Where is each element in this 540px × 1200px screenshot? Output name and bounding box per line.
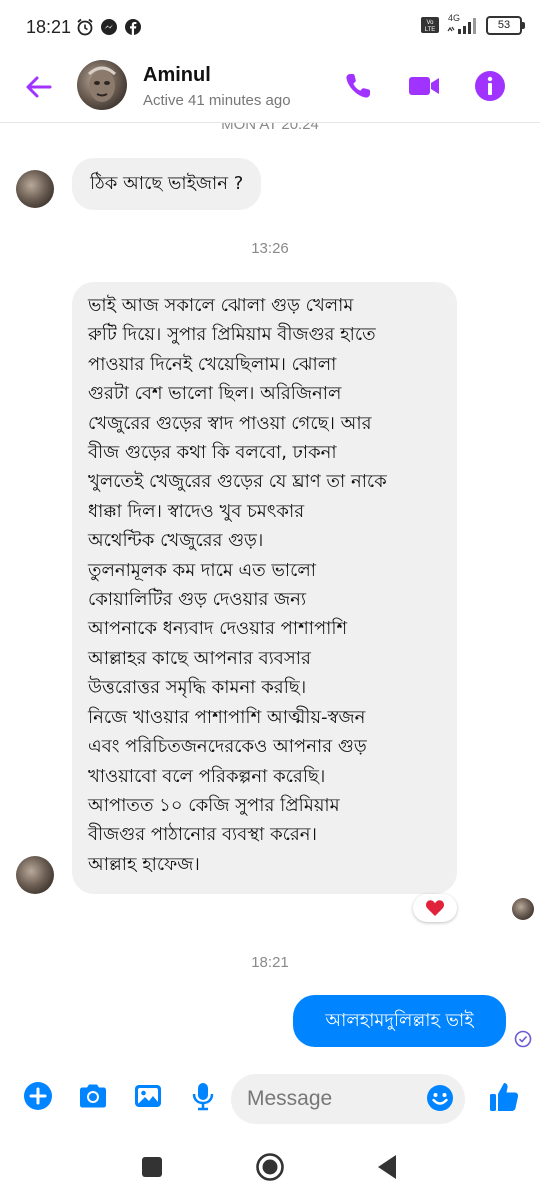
- contact-name[interactable]: Aminul: [143, 64, 211, 87]
- message-text: আলহামদুলিল্লাহ ভাই: [325, 1010, 474, 1031]
- chat-header: Aminul Active 41 minutes ago: [0, 56, 540, 123]
- heart-icon: [426, 900, 444, 916]
- back-arrow-icon[interactable]: [22, 70, 56, 104]
- emoji-icon[interactable]: [425, 1083, 455, 1113]
- signal-icon: [447, 18, 476, 34]
- alarm-icon: [77, 18, 93, 36]
- delivered-check-icon: [514, 1030, 532, 1048]
- message-text: ঠিক আছে ভাইজান ?: [90, 173, 244, 194]
- contact-active-status: Active 41 minutes ago: [143, 92, 291, 109]
- reaction-badge[interactable]: [413, 894, 457, 922]
- contact-avatar[interactable]: [77, 60, 127, 110]
- status-bar: 18:21 Vo LTE 4G 53: [0, 0, 540, 56]
- system-nav-bar: [0, 1140, 540, 1200]
- timestamp-divider: 18:21: [251, 954, 289, 971]
- recents-square-icon[interactable]: [141, 1156, 163, 1178]
- info-icon[interactable]: [472, 68, 508, 104]
- plus-icon[interactable]: [22, 1080, 54, 1112]
- svg-text:LTE: LTE: [425, 27, 436, 33]
- phone-icon[interactable]: [340, 68, 376, 104]
- incoming-message-bubble[interactable]: ভাই আজ সকালে ঝোলা গুড় খেলাম রুটি দিয়ে।…: [72, 282, 457, 894]
- microphone-icon[interactable]: [187, 1080, 219, 1112]
- signal-group: 4G: [446, 13, 480, 35]
- messenger-screen: 18:21 Vo LTE 4G 53 Aminul Active 41 minu…: [0, 0, 540, 1200]
- seen-avatar: [512, 898, 534, 920]
- sender-avatar: [16, 170, 54, 208]
- sender-avatar: [16, 856, 54, 894]
- camera-icon[interactable]: [77, 1080, 109, 1112]
- status-notification-icons: [76, 18, 142, 36]
- video-camera-icon[interactable]: [406, 68, 442, 104]
- volte-icon: Vo LTE: [421, 17, 439, 33]
- timestamp-divider: 13:26: [251, 240, 289, 257]
- gallery-icon[interactable]: [132, 1080, 164, 1112]
- battery-indicator: 53: [486, 15, 525, 35]
- avatar-portrait: [87, 66, 117, 102]
- incoming-message-bubble[interactable]: ঠিক আছে ভাইজান ?: [72, 158, 262, 210]
- thumbs-up-icon[interactable]: [487, 1080, 521, 1114]
- message-list[interactable]: MON AT 20:24 ঠিক আছে ভাইজান ? 13:26 ভাই …: [0, 116, 540, 1062]
- messenger-icon: [101, 19, 117, 35]
- facebook-icon: [125, 19, 141, 35]
- svg-text:Vo: Vo: [426, 20, 434, 26]
- back-triangle-icon[interactable]: [376, 1154, 398, 1180]
- home-circle-icon[interactable]: [255, 1152, 285, 1182]
- message-text: ভাই আজ সকালে ঝোলা গুড় খেলাম রুটি দিয়ে।…: [88, 295, 387, 875]
- message-composer: [0, 1068, 540, 1132]
- outgoing-message-bubble[interactable]: আলহামদুলিল্লাহ ভাই: [293, 995, 506, 1047]
- status-system-icons: Vo LTE 4G 53: [420, 13, 525, 35]
- status-time: 18:21: [26, 17, 72, 37]
